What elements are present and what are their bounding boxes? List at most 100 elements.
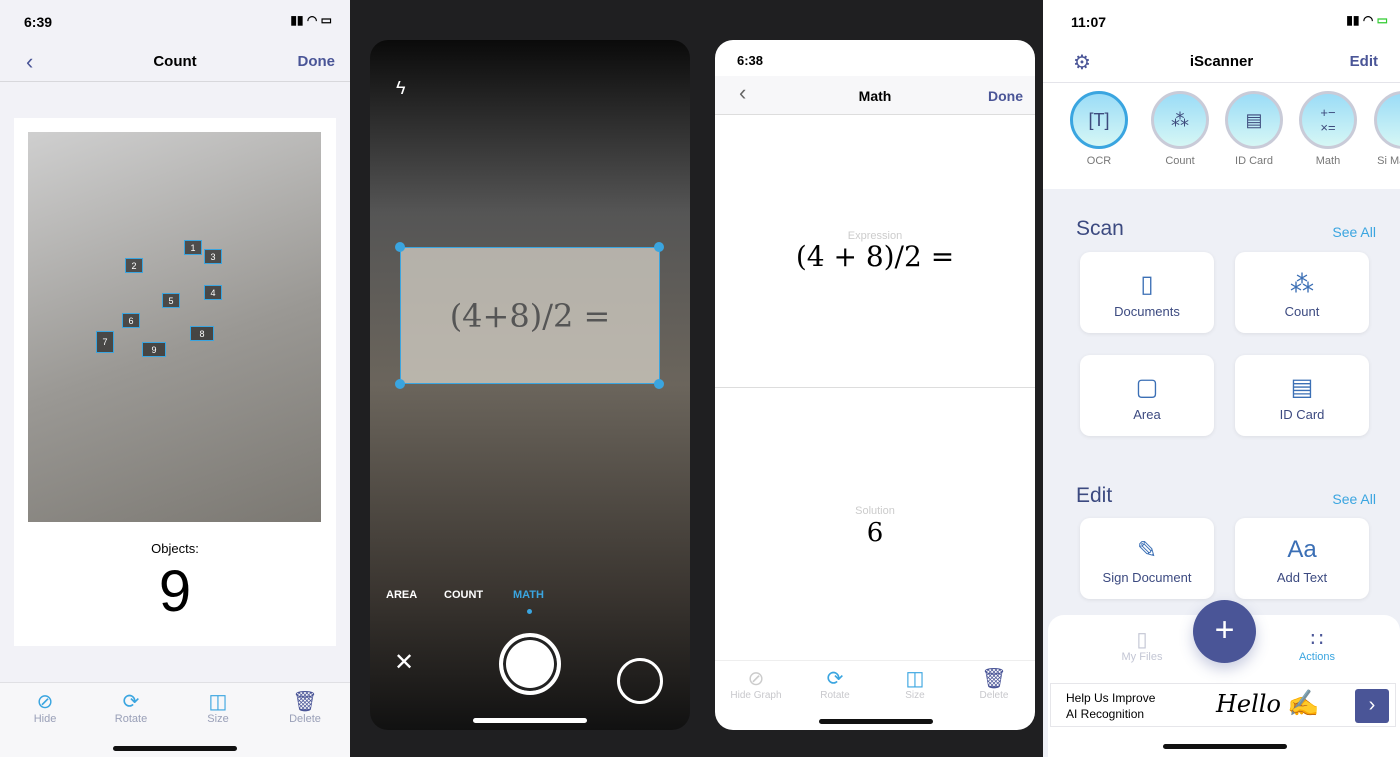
mode-count[interactable]: COUNT bbox=[444, 589, 483, 601]
done-button[interactable]: Done bbox=[298, 53, 336, 70]
quick-ocr-label: OCR bbox=[1086, 155, 1112, 167]
hide-button[interactable]: ⊘ Hide bbox=[10, 689, 80, 725]
gallery-button[interactable] bbox=[617, 658, 663, 704]
scan-area-card[interactable]: ▢ Area bbox=[1080, 355, 1214, 436]
file-icon: ▯ bbox=[1136, 629, 1148, 651]
size-icon: ◫ bbox=[208, 691, 228, 713]
close-icon[interactable]: ✕ bbox=[394, 648, 414, 677]
mode-math[interactable]: MATH bbox=[513, 589, 544, 601]
status-time: 6:39 bbox=[24, 14, 53, 30]
objects-label: Objects: bbox=[151, 541, 199, 556]
home-indicator bbox=[1163, 744, 1287, 749]
rotate-label: Rotate bbox=[114, 713, 148, 725]
quick-ocr[interactable]: [T] bbox=[1070, 91, 1128, 149]
solution: 6 bbox=[866, 518, 884, 548]
delete-label: Delete bbox=[979, 690, 1009, 701]
card-label: Count bbox=[1284, 304, 1320, 319]
crop-frame[interactable]: (4+8)/2 = bbox=[400, 247, 660, 384]
sign-document-card[interactable]: ✎ Sign Document bbox=[1080, 518, 1214, 599]
document-icon: ▯ bbox=[1140, 271, 1154, 298]
edit-section-title: Edit bbox=[1076, 484, 1113, 507]
marker: 3 bbox=[204, 249, 222, 264]
crop-handle[interactable] bbox=[654, 379, 664, 389]
crop-handle[interactable] bbox=[395, 379, 405, 389]
count-icon: ⁂ bbox=[1290, 271, 1314, 298]
crop-handle[interactable] bbox=[654, 242, 664, 252]
scan-section-title: Scan bbox=[1076, 217, 1124, 240]
card-label: ID Card bbox=[1279, 407, 1325, 422]
divider bbox=[715, 660, 1035, 661]
math-screen: 6:38 ‹ Math Done Expression (4 + 8)/2 = … bbox=[715, 40, 1035, 730]
size-icon: ◫ bbox=[905, 668, 925, 690]
mode-area[interactable]: AREA bbox=[386, 589, 417, 601]
rotate-label: Rotate bbox=[820, 690, 850, 701]
status-time: 11:07 bbox=[1071, 14, 1107, 30]
banner-line2: AI Recognition bbox=[1066, 707, 1145, 721]
status-icons: ▮▮ ◠ ▭ bbox=[290, 13, 332, 27]
hide-label: Hide bbox=[33, 713, 57, 725]
marker: 9 bbox=[142, 342, 166, 357]
rotate-button[interactable]: ⟳ Rotate bbox=[800, 666, 870, 701]
tab-label: My Files bbox=[1121, 651, 1163, 663]
count-icon: ⁂ bbox=[1151, 91, 1209, 149]
home-screen: 11:07 ▮▮ ◠ ▭ ⚙ iScanner Edit [T] OCR ⁂ C… bbox=[1043, 0, 1400, 757]
add-button[interactable]: + bbox=[1193, 600, 1256, 663]
size-button[interactable]: ◫ Size bbox=[183, 689, 253, 725]
nav-bar: ‹ Math Done bbox=[715, 76, 1035, 115]
scan-id-card-card[interactable]: ▤ ID Card bbox=[1235, 355, 1369, 436]
quick-sign[interactable]: ℓ bbox=[1374, 91, 1400, 149]
shutter-button[interactable] bbox=[499, 633, 561, 695]
quick-math[interactable]: +− ×= bbox=[1299, 91, 1357, 149]
marker: 8 bbox=[190, 326, 214, 341]
nav-bar: ‹ Count Done bbox=[0, 40, 350, 82]
delete-button[interactable]: 🗑 Delete bbox=[270, 689, 340, 725]
home-indicator bbox=[113, 746, 237, 751]
quick-math-label: Math bbox=[1315, 155, 1341, 167]
trash-icon: 🗑 bbox=[981, 668, 1007, 690]
scan-text-icon: [T] bbox=[1070, 91, 1128, 149]
status-time: 6:38 bbox=[737, 53, 764, 68]
rotate-icon: ⟳ bbox=[826, 668, 844, 690]
result-card: 1 2 3 4 5 6 7 8 9 Objects: 9 bbox=[14, 118, 336, 646]
actions-grid-icon: ∷ bbox=[1310, 629, 1324, 651]
home-indicator bbox=[473, 718, 587, 723]
marker: 2 bbox=[125, 258, 143, 273]
area-icon: ▢ bbox=[1135, 374, 1159, 401]
size-label: Size bbox=[207, 713, 229, 725]
id-card-icon: ▤ bbox=[1290, 374, 1314, 401]
scan-documents-card[interactable]: ▯ Documents bbox=[1080, 252, 1214, 333]
crop-handle[interactable] bbox=[395, 242, 405, 252]
divider bbox=[1043, 82, 1400, 83]
quick-count[interactable]: ⁂ bbox=[1151, 91, 1209, 149]
objects-count: 9 bbox=[158, 559, 192, 624]
active-mode-dot bbox=[527, 609, 532, 614]
scan-see-all[interactable]: See All bbox=[1332, 224, 1376, 240]
chevron-right-icon[interactable]: › bbox=[1355, 689, 1389, 723]
hello-script: Hello bbox=[1216, 690, 1281, 718]
marker: 5 bbox=[162, 293, 180, 308]
size-button[interactable]: ◫ Size bbox=[880, 666, 950, 701]
quick-sign-label: Si Mar bbox=[1377, 155, 1400, 167]
camera-screen: ϟ (4+8)/2 = AREA COUNT MATH ✕ bbox=[370, 40, 690, 730]
status-icons: ▮▮ ◠ ▭ bbox=[1346, 13, 1388, 27]
rotate-button[interactable]: ⟳ Rotate bbox=[96, 689, 166, 725]
edit-button[interactable]: Edit bbox=[1350, 53, 1378, 70]
hide-graph-button[interactable]: ⊘ Hide Graph bbox=[721, 666, 791, 701]
tab-actions[interactable]: ∷ Actions bbox=[1282, 627, 1352, 663]
rotate-icon: ⟳ bbox=[122, 691, 140, 713]
scan-count-card[interactable]: ⁂ Count bbox=[1235, 252, 1369, 333]
edit-see-all[interactable]: See All bbox=[1332, 491, 1376, 507]
add-text-card[interactable]: Aa Add Text bbox=[1235, 518, 1369, 599]
solution-label: Solution bbox=[855, 505, 895, 517]
quick-id-card-label: ID Card bbox=[1235, 155, 1273, 167]
feedback-banner[interactable]: Help Us Improve AI Recognition Hello ✍ › bbox=[1050, 683, 1396, 727]
quick-id-card[interactable]: ▤ bbox=[1225, 91, 1283, 149]
delete-button[interactable]: 🗑 Delete bbox=[959, 666, 1029, 701]
tab-label: Actions bbox=[1298, 651, 1336, 663]
text-icon: Aa bbox=[1287, 536, 1317, 563]
card-label: Add Text bbox=[1276, 570, 1328, 585]
done-button[interactable]: Done bbox=[988, 88, 1023, 104]
flash-auto-icon[interactable]: ϟ bbox=[396, 78, 406, 99]
signature-icon: ℓ bbox=[1374, 91, 1400, 149]
tab-my-files[interactable]: ▯ My Files bbox=[1107, 627, 1177, 663]
